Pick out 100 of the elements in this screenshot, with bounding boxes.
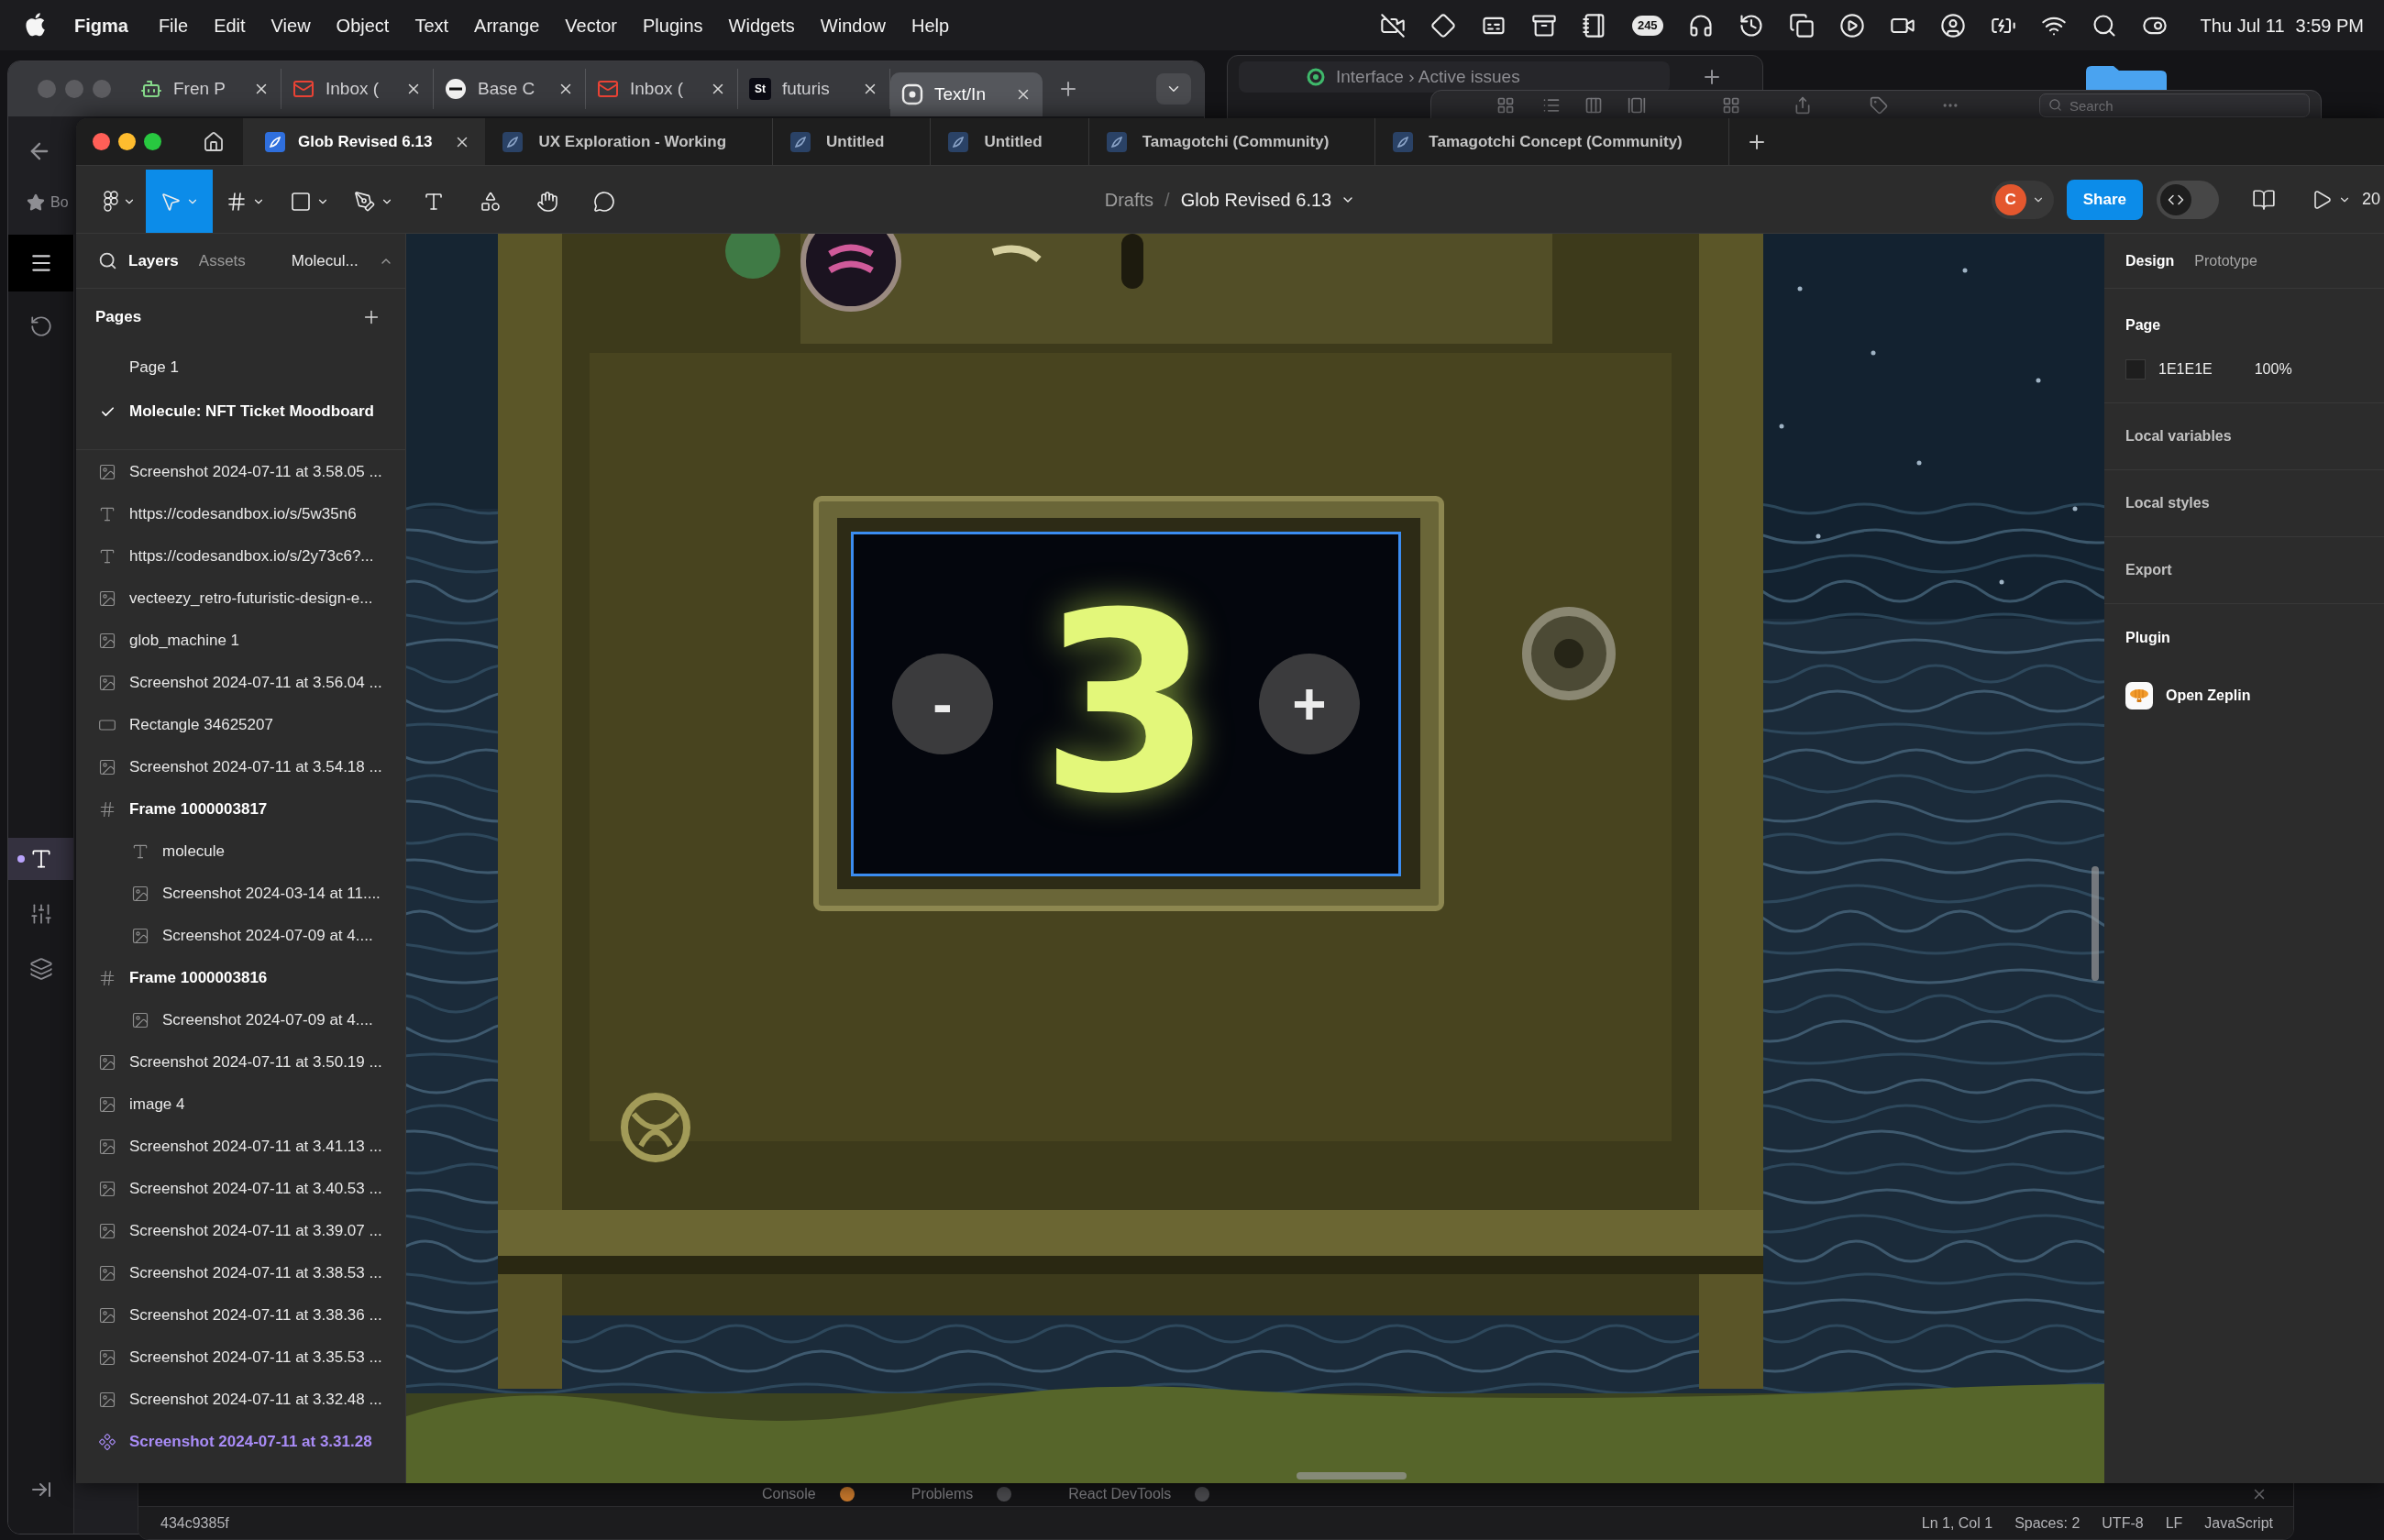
menu-item[interactable]: Object	[336, 11, 390, 39]
status-item[interactable]: UTF-8	[2102, 1512, 2144, 1534]
file-tab[interactable]: Untitled	[773, 118, 932, 165]
layer-item[interactable]: Screenshot 2024-07-11 at 3.31.28	[76, 1421, 405, 1463]
file-tab[interactable]: Tamagotchi (Community)	[1088, 118, 1376, 165]
layer-item[interactable]: Screenshot 2024-07-11 at 3.35.53 ...	[76, 1336, 405, 1379]
menu-item[interactable]: Vector	[565, 11, 617, 39]
browser-tab[interactable]: Inbox (	[281, 69, 434, 109]
menu-item[interactable]: File	[158, 11, 189, 39]
layer-item[interactable]: Screenshot 2024-07-11 at 3.58.05 ...	[76, 451, 405, 493]
list-view-icon[interactable]	[1542, 96, 1561, 115]
close-window-button[interactable]	[93, 133, 110, 150]
layer-item[interactable]: Frame 1000003816	[76, 957, 405, 999]
headphones-icon[interactable]	[1687, 12, 1714, 38]
menu-item[interactable]: View	[270, 11, 311, 39]
menu-item[interactable]: Arrange	[474, 11, 540, 39]
layer-item[interactable]: https://codesandbox.io/s/5w35n6	[76, 493, 405, 535]
menu-item[interactable]: Help	[911, 11, 950, 39]
menu-item[interactable]: Window	[820, 11, 886, 39]
browser-tab[interactable]: Inbox (	[586, 69, 738, 109]
status-item[interactable]: Ln 1, Col 1	[1921, 1512, 1993, 1534]
layer-item[interactable]: Screenshot 2024-07-11 at 3.56.04 ...	[76, 662, 405, 704]
dev-mode-toggle[interactable]	[2156, 180, 2219, 219]
file-tab[interactable]: Glob Revised 6.13	[243, 118, 486, 165]
layer-item[interactable]: Screenshot 2024-07-11 at 3.40.53 ...	[76, 1168, 405, 1210]
section-title[interactable]: Local variables	[2125, 425, 2232, 447]
browser-tab[interactable]: Fren P	[129, 69, 281, 109]
file-name-menu[interactable]: Glob Revised 6.13	[1180, 185, 1356, 214]
file-tab[interactable]: Tamagotchi Concept (Community)	[1375, 118, 1729, 165]
browser-tab[interactable]: Text/In	[890, 72, 1043, 116]
layer-item[interactable]: Screenshot 2024-03-14 at 11....	[76, 873, 405, 915]
layer-item[interactable]: image 4	[76, 1084, 405, 1126]
layer-item[interactable]: Rectangle 34625207	[76, 704, 405, 746]
layer-item[interactable]: vecteezy_retro-futuristic-design-e...	[76, 578, 405, 620]
layer-item[interactable]: Screenshot 2024-07-11 at 3.38.36 ...	[76, 1294, 405, 1336]
section-title[interactable]: Local styles	[2125, 492, 2210, 514]
layer-item[interactable]: Screenshot 2024-07-11 at 3.54.18 ...	[76, 746, 405, 788]
section-title[interactable]: Export	[2125, 559, 2172, 581]
commit-hash[interactable]: 434c9385f	[160, 1512, 229, 1534]
apple-logo-icon[interactable]	[26, 13, 46, 38]
status-item[interactable]: JavaScript	[2204, 1512, 2273, 1534]
page-item[interactable]: Page 1	[76, 346, 405, 390]
book-icon[interactable]	[2251, 187, 2276, 212]
video-off-icon[interactable]	[1379, 12, 1406, 38]
menu-item[interactable]: Text	[414, 11, 449, 39]
tag-icon[interactable]	[1870, 96, 1888, 115]
search-icon[interactable]	[2091, 12, 2117, 38]
panel-tab[interactable]: Assets	[198, 248, 246, 273]
menu-button[interactable]	[8, 235, 73, 292]
opacity-value[interactable]: 100%	[2254, 358, 2292, 380]
page-menu[interactable]: Molecul...	[291, 248, 393, 273]
layer-item[interactable]: Screenshot 2024-07-11 at 3.50.19 ...	[76, 1041, 405, 1084]
grid-view-icon[interactable]	[1496, 96, 1515, 115]
app-name[interactable]: Figma	[74, 11, 128, 39]
browser-tab[interactable]: Base C	[434, 69, 586, 109]
panel-tab[interactable]: React DevTools	[1068, 1483, 1210, 1505]
history-icon[interactable]	[1738, 12, 1764, 38]
layer-item[interactable]: molecule	[76, 830, 405, 873]
horizontal-scrollbar[interactable]	[1297, 1472, 1407, 1480]
menu-bar-date[interactable]: Thu Jul 11	[2200, 11, 2285, 39]
layer-item[interactable]: Screenshot 2024-07-09 at 4....	[76, 915, 405, 957]
home-icon[interactable]	[202, 130, 225, 153]
color-value[interactable]: 1E1E1E	[2158, 358, 2213, 380]
minimize-window-button[interactable]	[118, 133, 136, 150]
panel-tab[interactable]: Console	[762, 1483, 855, 1505]
menu-bar-time[interactable]: 3:59 PM	[2295, 11, 2364, 39]
zoom-window-button[interactable]	[144, 133, 161, 150]
panel-tab[interactable]: Prototype	[2194, 249, 2257, 272]
plugin-item[interactable]: Open Zeplin	[2125, 682, 2384, 710]
archive-icon[interactable]	[1530, 12, 1557, 38]
share-icon[interactable]	[1794, 96, 1812, 115]
minus-button[interactable]: -	[892, 654, 993, 754]
panel-tab[interactable]: Design	[2125, 249, 2175, 272]
search-field[interactable]: Search	[2039, 94, 2310, 117]
folder-icon[interactable]	[2086, 66, 2167, 90]
panel-tab[interactable]: Problems	[911, 1483, 1012, 1505]
browser-tab[interactable]: St futuris	[738, 69, 890, 109]
breadcrumb-folder[interactable]: Drafts	[1104, 185, 1154, 214]
count-badge[interactable]: 245	[1631, 15, 1663, 36]
play-circle-icon[interactable]	[1838, 12, 1865, 38]
panel-tab[interactable]: Layers	[128, 248, 179, 273]
user-circle-icon[interactable]	[1939, 12, 1966, 38]
layer-item[interactable]: Screenshot 2024-07-11 at 3.41.13 ...	[76, 1126, 405, 1168]
color-swatch[interactable]	[2125, 359, 2146, 380]
page-item[interactable]: Molecule: NFT Ticket Moodboard	[76, 390, 405, 434]
menu-item[interactable]: Widgets	[728, 11, 795, 39]
issues-tab[interactable]: Interface › Active issues	[1239, 61, 1670, 93]
status-item[interactable]: Spaces: 2	[2014, 1512, 2080, 1534]
menu-item[interactable]: Edit	[214, 11, 246, 39]
file-tab[interactable]: Untitled	[931, 118, 1089, 165]
zoom-level[interactable]: 20	[2361, 187, 2380, 212]
copy-icon[interactable]	[1788, 12, 1815, 38]
rail-item[interactable]	[8, 838, 73, 880]
layer-item[interactable]: https://codesandbox.io/s/2y73c6?...	[76, 535, 405, 578]
layer-item[interactable]: Screenshot 2024-07-09 at 4....	[76, 999, 405, 1041]
layer-item[interactable]: Screenshot 2024-07-11 at 3.32.48 ...	[76, 1379, 405, 1421]
vertical-scrollbar[interactable]	[2092, 866, 2099, 981]
menu-item[interactable]: Plugins	[642, 11, 703, 39]
layer-item[interactable]: Screenshot 2024-07-11 at 3.38.53 ...	[76, 1252, 405, 1294]
search-icon[interactable]	[98, 251, 117, 270]
